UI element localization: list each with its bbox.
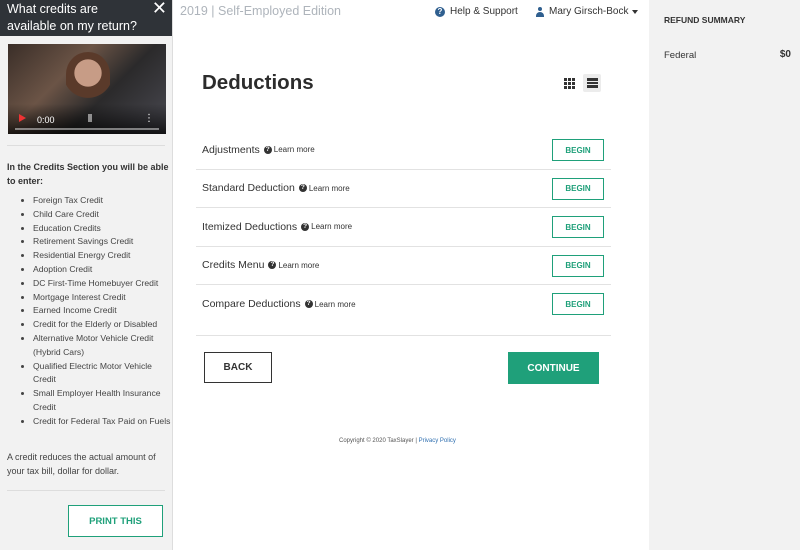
user-menu[interactable]: Mary Girsch-Bock <box>535 6 639 17</box>
user-icon <box>535 6 544 17</box>
list-item: Adoption Credit <box>33 263 171 277</box>
help-panel-header: What credits are available on my return?… <box>0 0 172 36</box>
learn-more-link[interactable]: ? Learn more <box>301 222 352 231</box>
list-item: Alternative Motor Vehicle Credit (Hybrid… <box>33 332 171 360</box>
question-circle-icon: ? <box>298 184 307 193</box>
begin-button[interactable]: BEGIN <box>552 216 604 238</box>
refund-summary-title: REFUND SUMMARY <box>664 15 746 25</box>
list-item: Foreign Tax Credit <box>33 194 171 208</box>
learn-more-label: Learn more <box>314 299 356 309</box>
video-progress-bar[interactable] <box>15 128 159 130</box>
page-title: Deductions <box>202 71 314 94</box>
deduction-row-adjustments: Adjustments ? Learn more BEGIN <box>196 131 611 170</box>
begin-button[interactable]: BEGIN <box>552 254 604 277</box>
deduction-name: Compare Deductions <box>202 298 301 311</box>
divider <box>196 335 611 336</box>
help-intro: In the Credits Section you will be able … <box>7 162 169 186</box>
list-item: Small Employer Health Insurance Credit <box>33 387 171 415</box>
learn-more-link[interactable]: ? Learn more <box>263 145 315 155</box>
help-video[interactable]: 0:00 ⋮ <box>8 44 166 134</box>
begin-button[interactable]: BEGIN <box>552 293 604 315</box>
deduction-list: Adjustments ? Learn more BEGIN Standard … <box>196 131 611 324</box>
begin-button[interactable]: BEGIN <box>552 177 604 200</box>
user-name: Mary Girsch-Bock <box>549 6 629 17</box>
list-item: Earned Income Credit <box>33 304 171 318</box>
list-view-toggle[interactable] <box>583 74 601 92</box>
learn-more-label: Learn more <box>278 260 320 270</box>
help-support-link[interactable]: ? Help & Support <box>435 6 518 17</box>
question-circle-icon: ? <box>301 222 310 231</box>
list-icon <box>586 78 598 88</box>
question-circle-icon: ? <box>268 261 277 270</box>
learn-more-link[interactable]: ? Learn more <box>304 299 356 309</box>
learn-more-label: Learn more <box>308 183 350 193</box>
deduction-row-itemized: Itemized Deductions ? Learn more BEGIN <box>196 208 611 247</box>
question-circle-icon: ? <box>304 300 313 309</box>
video-thumbnail-person <box>66 52 110 112</box>
list-item: DC First-Time Homebuyer Credit <box>33 277 171 291</box>
help-panel-title: What credits are available on my return? <box>7 2 137 33</box>
close-icon[interactable]: ✕ <box>152 0 167 17</box>
list-item: Credit for the Elderly or Disabled <box>33 318 171 332</box>
help-support-label: Help & Support <box>450 6 518 17</box>
help-panel: What credits are available on my return?… <box>0 0 173 550</box>
learn-more-link[interactable]: ? Learn more <box>298 183 350 193</box>
list-item: Mortgage Interest Credit <box>33 291 171 305</box>
federal-label: Federal <box>664 50 697 61</box>
grid-view-toggle[interactable] <box>560 74 578 92</box>
learn-more-label: Learn more <box>311 222 353 232</box>
divider <box>7 145 165 146</box>
refund-summary-panel: REFUND SUMMARY Federal $0 <box>649 0 800 550</box>
federal-refund-value: $0 <box>779 49 791 60</box>
list-item: Child Care Credit <box>33 208 171 222</box>
privacy-policy-link[interactable]: Privacy Policy <box>419 438 456 444</box>
credits-list: Foreign Tax Credit Child Care Credit Edu… <box>33 194 171 429</box>
video-time: 0:00 <box>37 115 55 125</box>
volume-icon[interactable] <box>88 114 97 122</box>
deduction-name: Itemized Deductions <box>202 220 298 233</box>
list-item: Education Credits <box>33 222 171 236</box>
deduction-name: Adjustments <box>202 143 260 156</box>
edition-label: 2019 | Self-Employed Edition <box>180 4 341 18</box>
divider <box>7 490 165 491</box>
deduction-name: Standard Deduction <box>202 182 295 195</box>
more-options-icon[interactable]: ⋮ <box>144 114 154 124</box>
learn-more-link[interactable]: ? Learn more <box>268 261 319 270</box>
question-circle-icon: ? <box>263 145 272 154</box>
begin-button[interactable]: BEGIN <box>552 139 604 161</box>
print-this-button[interactable]: PRINT THIS <box>68 505 163 537</box>
footer: Copyright © 2020 TaxSlayer | Privacy Pol… <box>339 438 456 444</box>
list-item: Credit for Federal Tax Paid on Fuels <box>33 415 171 429</box>
question-circle-icon: ? <box>435 6 445 17</box>
deduction-row-credits: Credits Menu ? Learn more BEGIN <box>196 247 611 285</box>
continue-button[interactable]: CONTINUE <box>508 352 599 384</box>
deduction-row-compare: Compare Deductions ? Learn more BEGIN <box>196 285 611 324</box>
deduction-name: Credits Menu <box>202 259 265 272</box>
list-item: Qualified Electric Motor Vehicle Credit <box>33 360 171 388</box>
deduction-row-standard: Standard Deduction ? Learn more BEGIN <box>196 170 611 208</box>
play-icon[interactable] <box>19 114 26 122</box>
list-item: Residential Energy Credit <box>33 249 171 263</box>
help-note: A credit reduces the actual amount of yo… <box>7 452 156 476</box>
learn-more-label: Learn more <box>273 145 315 155</box>
grid-icon <box>563 77 575 89</box>
back-button[interactable]: BACK <box>204 352 272 383</box>
caret-down-icon <box>632 9 639 14</box>
list-item: Retirement Savings Credit <box>33 235 171 249</box>
copyright-text: Copyright © 2020 TaxSlayer | <box>339 438 417 444</box>
